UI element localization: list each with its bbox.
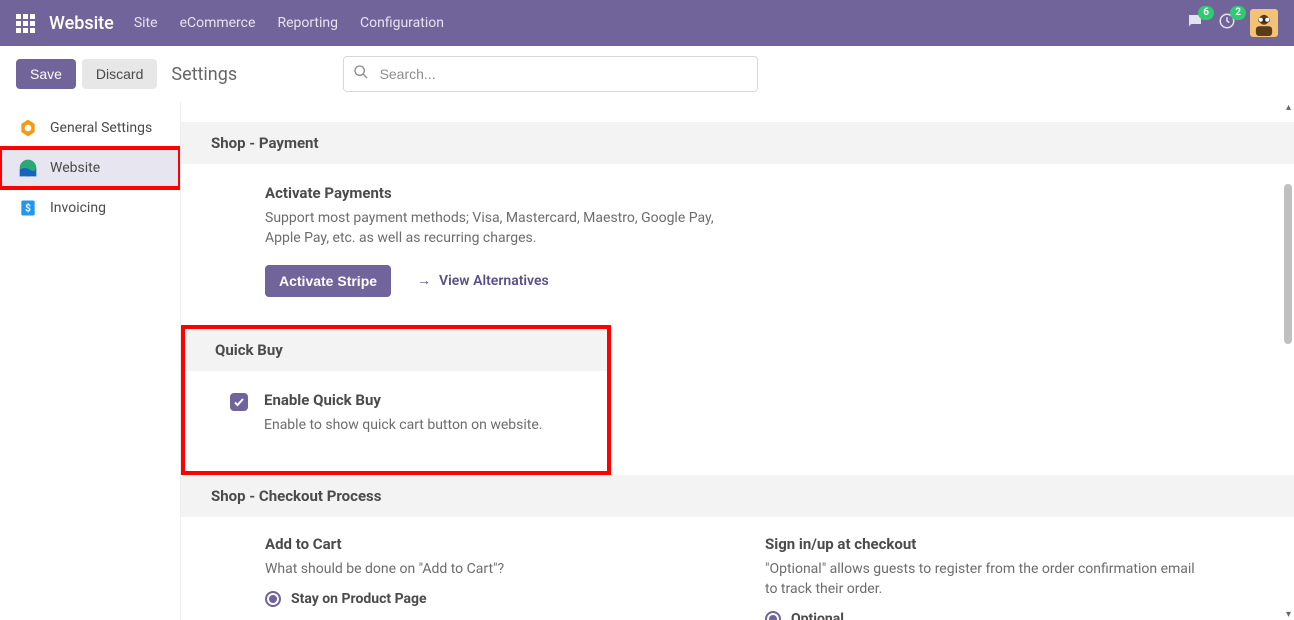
- addcart-title: Add to Cart: [265, 535, 705, 553]
- scroll-thumb[interactable]: [1284, 184, 1292, 344]
- section-body-payment: Activate Payments Support most payment m…: [181, 164, 1294, 325]
- chat-badge: 6: [1198, 6, 1214, 20]
- sidebar-item-label: Invoicing: [50, 200, 106, 216]
- sidebar-item-website[interactable]: Website: [0, 148, 180, 188]
- signin-radio-optional-label: Optional: [791, 611, 844, 620]
- addcart-radio-stay-label: Stay on Product Page: [291, 591, 427, 607]
- sidebar-item-invoicing[interactable]: $ Invoicing: [0, 188, 180, 228]
- section-body-checkout: Add to Cart What should be done on "Add …: [181, 517, 1294, 620]
- section-header-quickbuy: Quick Buy: [185, 329, 607, 371]
- quickbuy-desc: Enable to show quick cart button on webs…: [264, 415, 542, 435]
- sidebar-item-general[interactable]: General Settings: [0, 108, 180, 148]
- view-alternatives-label: View Alternatives: [439, 273, 549, 289]
- scroll-down-icon[interactable]: ▾: [1286, 609, 1291, 620]
- view-alternatives-link[interactable]: → View Alternatives: [417, 272, 549, 289]
- arrow-right-icon: →: [417, 272, 431, 289]
- settings-content[interactable]: Shop - Payment Activate Payments Support…: [180, 102, 1294, 620]
- signin-radio-optional[interactable]: [765, 611, 781, 620]
- payment-desc: Support most payment methods; Visa, Mast…: [265, 208, 725, 249]
- settings-sidebar: General Settings Website $ Invoicing: [0, 102, 180, 620]
- sidebar-item-label: General Settings: [50, 120, 152, 136]
- quickbuy-title: Enable Quick Buy: [264, 391, 542, 409]
- apps-icon[interactable]: [16, 14, 35, 33]
- nav-ecommerce[interactable]: eCommerce: [180, 15, 256, 31]
- app-brand[interactable]: Website: [49, 13, 114, 34]
- section-header-checkout: Shop - Checkout Process: [181, 475, 1294, 517]
- invoice-icon: $: [18, 198, 38, 218]
- action-bar: Save Discard Settings: [0, 46, 1294, 102]
- scroll-up-icon[interactable]: ▴: [1286, 102, 1291, 113]
- nav-site[interactable]: Site: [134, 15, 158, 31]
- search-input[interactable]: [343, 56, 758, 92]
- addcart-desc: What should be done on "Add to Cart"?: [265, 559, 705, 579]
- activity-badge: 2: [1230, 6, 1246, 20]
- activity-button[interactable]: 2: [1218, 12, 1236, 35]
- save-button[interactable]: Save: [16, 59, 76, 89]
- quickbuy-checkbox[interactable]: [230, 393, 248, 411]
- scrollbar[interactable]: ▴ ▾: [1280, 102, 1294, 620]
- svg-text:$: $: [25, 201, 31, 214]
- signin-title: Sign in/up at checkout: [765, 535, 1205, 553]
- avatar[interactable]: [1250, 9, 1278, 37]
- signin-desc: "Optional" allows guests to register fro…: [765, 559, 1205, 600]
- discard-button[interactable]: Discard: [82, 59, 157, 89]
- nav-reporting[interactable]: Reporting: [277, 15, 338, 31]
- globe-icon: [18, 158, 38, 178]
- search-icon: [353, 64, 369, 84]
- nav-configuration[interactable]: Configuration: [360, 15, 444, 31]
- search-box: [343, 56, 758, 92]
- addcart-radio-stay[interactable]: [265, 591, 281, 607]
- gear-icon: [18, 118, 38, 138]
- page-title: Settings: [171, 64, 237, 85]
- top-nav: Website Site eCommerce Reporting Configu…: [0, 0, 1294, 46]
- section-header-payment: Shop - Payment: [181, 122, 1294, 164]
- payment-title: Activate Payments: [265, 184, 1264, 202]
- quick-buy-highlight: Quick Buy Enable Quick Buy Enable to sho…: [181, 325, 611, 475]
- activate-stripe-button[interactable]: Activate Stripe: [265, 265, 391, 297]
- chat-button[interactable]: 6: [1186, 12, 1204, 35]
- sidebar-item-label: Website: [50, 160, 100, 176]
